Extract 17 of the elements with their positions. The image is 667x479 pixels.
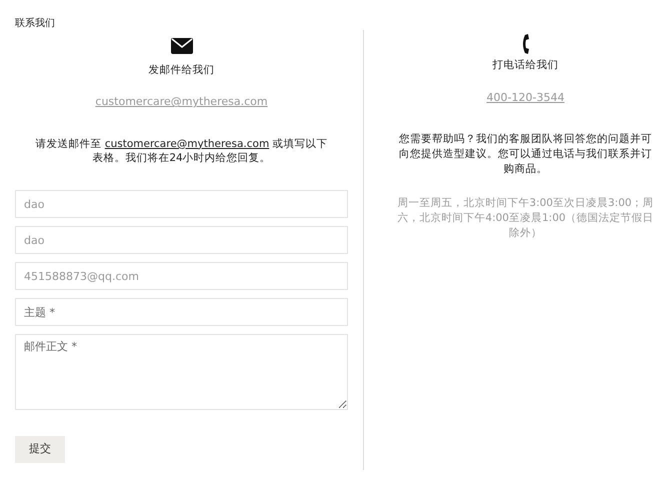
help-paragraph: 您需要帮助吗？我们的客服团队将回答您的问题并可向您提供造型建议。您可以通过电话与我们联系并订购商品。: [398, 132, 653, 176]
section-heading: 打电话给我们: [492, 58, 560, 73]
message-field[interactable]: 邮件正文 *: [15, 334, 348, 410]
input-field[interactable]: dao: [15, 226, 348, 254]
input-field[interactable]: 主题 *: [15, 298, 348, 326]
input-field[interactable]: 451588873@qq.com: [15, 262, 348, 290]
input-field[interactable]: dao: [15, 190, 348, 218]
submit-button[interactable]: 提交: [15, 436, 65, 463]
email-link[interactable]: customercare@mytheresa.com: [95, 95, 268, 108]
phone-link[interactable]: 400-120-3544: [486, 90, 564, 104]
intro-paragraph: 请发送邮件至 customercare@mytheresa.com 或填写以下表格。我们将在24小时内给您回复。: [34, 136, 329, 166]
envelope-icon: [170, 38, 192, 54]
opening-hours: 周一至周五，北京时间下午3:00至次日凌晨3:00；周六，北京时间下午4:00至凌晨1:00（德国法定节假日除外）: [396, 196, 655, 240]
section-heading: 发邮件给我们: [148, 62, 214, 78]
page-title: 联系我们: [14, 16, 56, 30]
email-link[interactable]: customercare@mytheresa.com: [104, 138, 270, 150]
phone-icon: [520, 34, 530, 54]
